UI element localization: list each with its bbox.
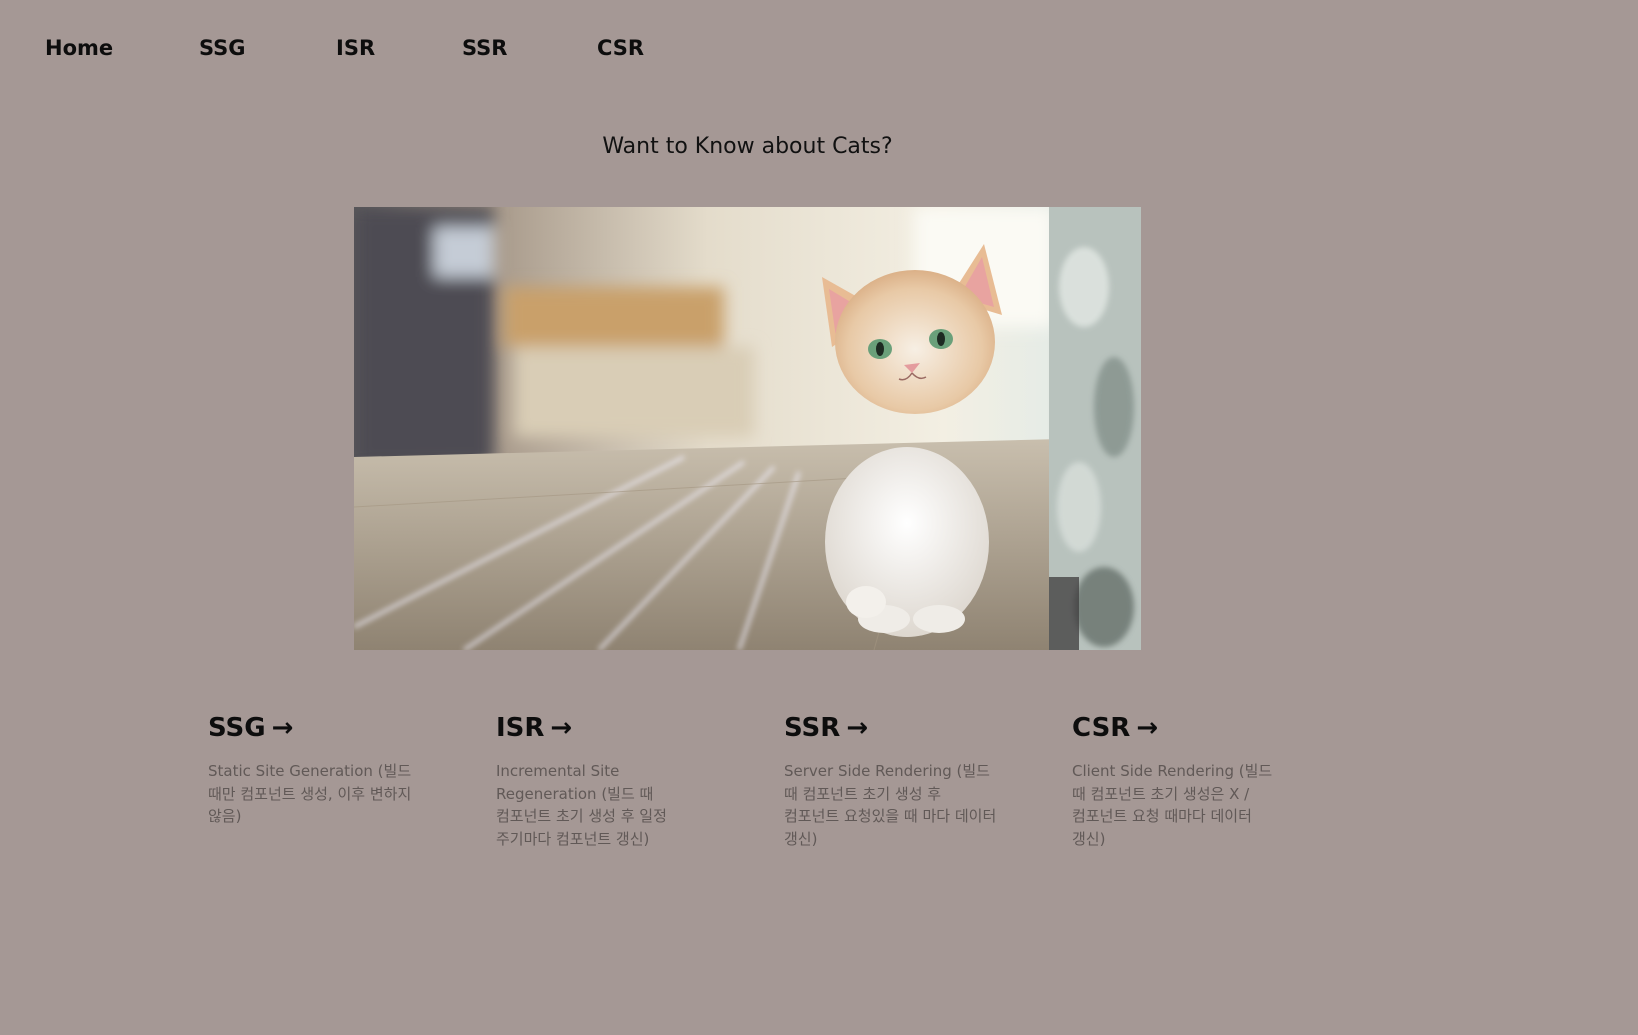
card-title: ISR →	[496, 710, 716, 746]
arrow-right-icon: →	[1136, 713, 1159, 743]
card-description: Incremental Site Regeneration (빌드 때 컴포넌트…	[496, 762, 667, 848]
card-isr[interactable]: ISR → Incremental Site Regeneration (빌드 때…	[496, 710, 716, 850]
nav-link-isr[interactable]: ISR	[336, 30, 375, 66]
nav-link-ssr[interactable]: SSR	[462, 30, 507, 66]
arrow-right-icon: →	[846, 713, 869, 743]
rendering-cards: SSG → Static Site Generation (빌드 때만 컴포넌트 …	[208, 710, 1368, 870]
card-description: Client Side Rendering (빌드 때 컴포넌트 초기 생성은 …	[1072, 762, 1273, 848]
arrow-right-icon: →	[271, 713, 294, 743]
card-title-text: SSR	[784, 713, 841, 743]
card-title-text: SSG	[208, 713, 266, 743]
card-title: CSR →	[1072, 710, 1292, 746]
card-title: SSR →	[784, 710, 1004, 746]
card-ssr[interactable]: SSR → Server Side Rendering (빌드 때 컴포넌트 초기…	[784, 710, 1004, 850]
card-csr[interactable]: CSR → Client Side Rendering (빌드 때 컴포넌트 초기…	[1072, 710, 1292, 850]
page-headline: Want to Know about Cats?	[602, 134, 893, 159]
card-ssg[interactable]: SSG → Static Site Generation (빌드 때만 컴포넌트 …	[208, 710, 428, 828]
card-title-text: CSR	[1072, 713, 1131, 743]
kitten-photo	[354, 207, 1141, 650]
card-title: SSG →	[208, 710, 428, 746]
arrow-right-icon: →	[550, 713, 573, 743]
nav-link-csr[interactable]: CSR	[597, 30, 644, 66]
hero-cat-image	[354, 207, 1141, 650]
card-title-text: ISR	[496, 713, 545, 743]
card-description: Static Site Generation (빌드 때만 컴포넌트 생성, 이…	[208, 762, 412, 825]
nav-link-ssg[interactable]: SSG	[199, 30, 246, 66]
card-description: Server Side Rendering (빌드 때 컴포넌트 초기 생성 후…	[784, 762, 997, 848]
nav-link-home[interactable]: Home	[45, 30, 113, 66]
